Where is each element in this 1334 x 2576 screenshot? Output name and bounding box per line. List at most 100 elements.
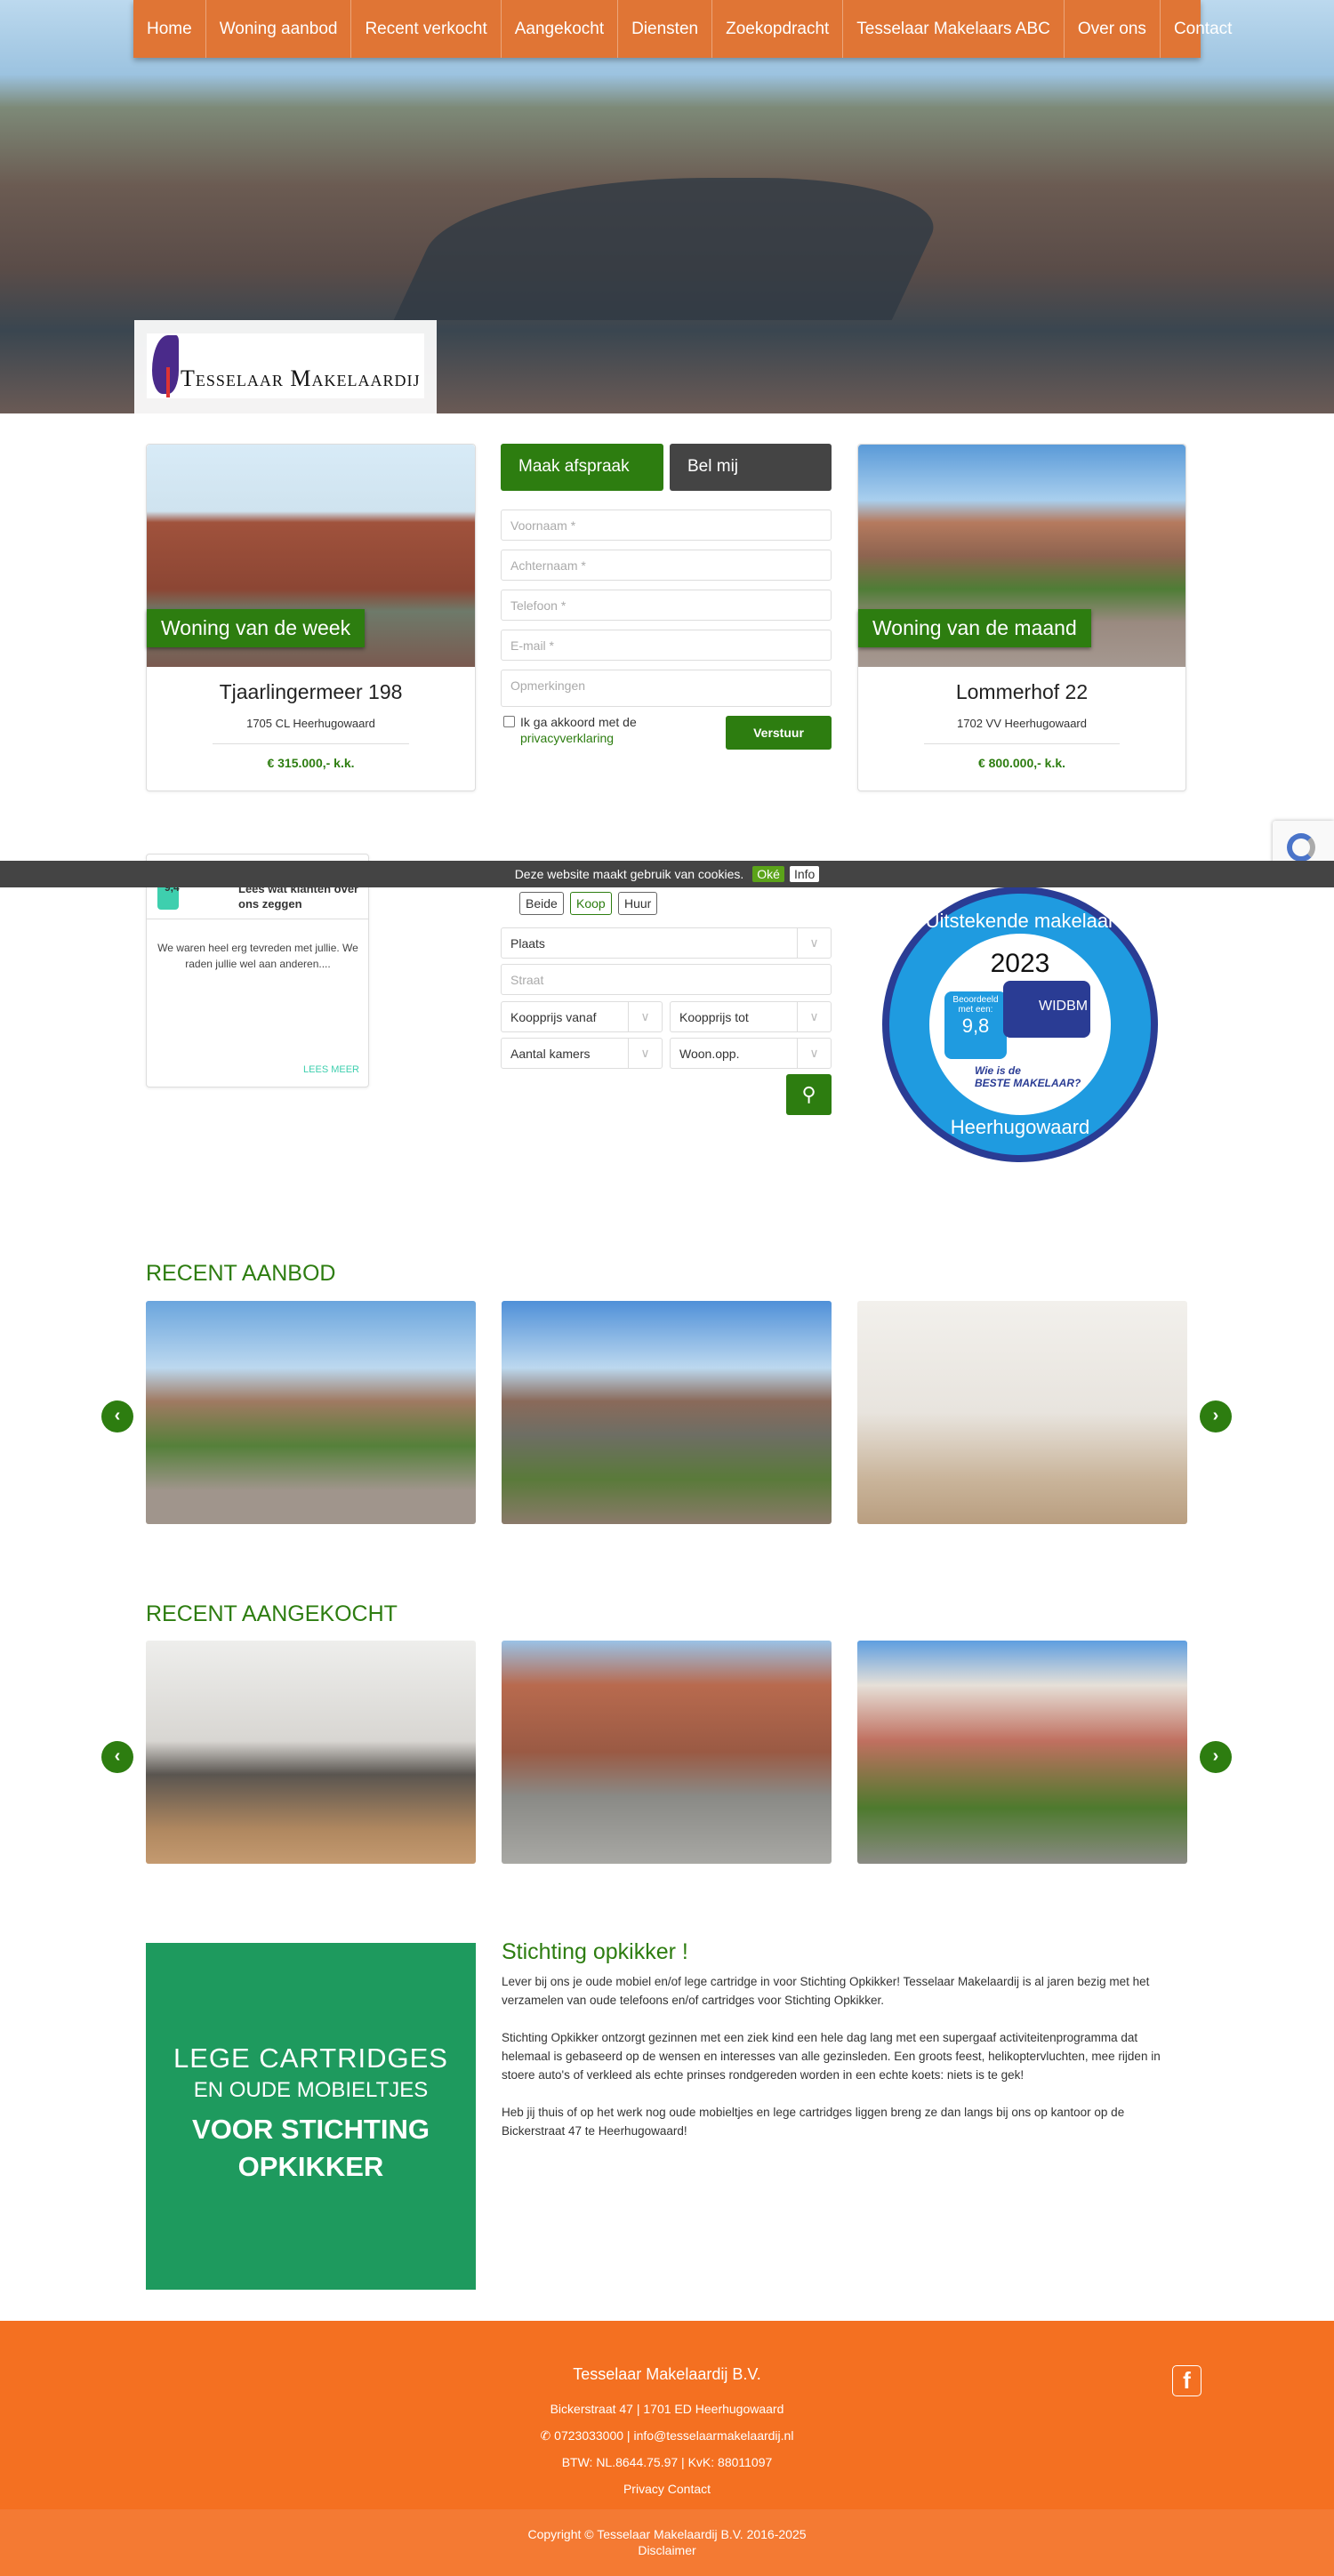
nav-woning-aanbod[interactable]: Woning aanbod bbox=[206, 0, 352, 58]
next-arrow-icon[interactable]: › bbox=[1200, 1741, 1232, 1773]
heron-icon bbox=[152, 335, 179, 394]
nav-zoekopdracht[interactable]: Zoekopdracht bbox=[712, 0, 844, 58]
label: Koopprijs tot bbox=[679, 1010, 749, 1024]
nav-recent-verkocht[interactable]: Recent verkocht bbox=[351, 0, 502, 58]
chevron-down-icon: ∨ bbox=[628, 1039, 662, 1068]
listing-photo[interactable] bbox=[146, 1641, 476, 1864]
opmerkingen-field[interactable]: Opmerkingen bbox=[501, 670, 832, 707]
footer-btw: BTW: NL.8644.75.97 | KvK: 88011097 bbox=[561, 2455, 773, 2469]
kamers-select[interactable]: Aantal kamers ∨ bbox=[501, 1038, 663, 1069]
lees-meer-link[interactable]: LEES MEER bbox=[303, 1064, 359, 1075]
facebook-icon[interactable]: f bbox=[1172, 2365, 1201, 2396]
email-field[interactable]: E-mail * bbox=[501, 630, 832, 661]
poster-line: EN OUDE MOBIELTJES bbox=[193, 2078, 429, 2102]
footer-contact-link[interactable]: Contact bbox=[668, 2482, 711, 2496]
opkikker-p1: Lever bij ons je oude mobiel en/of lege … bbox=[502, 1975, 1150, 2007]
nav-diensten[interactable]: Diensten bbox=[618, 0, 713, 58]
toggle-koop[interactable]: Koop bbox=[570, 892, 612, 915]
award-q1: Wie is de bbox=[975, 1064, 1021, 1077]
privacy-checkbox[interactable] bbox=[503, 716, 515, 727]
listing-photo[interactable] bbox=[502, 1301, 832, 1524]
woonopp-select[interactable]: Woon.opp. ∨ bbox=[670, 1038, 832, 1069]
nav-aangekocht[interactable]: Aangekocht bbox=[502, 0, 619, 58]
property-address: 1702 VV Heerhugowaard bbox=[957, 717, 1087, 730]
privacy-link[interactable]: privacyverklaring bbox=[520, 730, 637, 746]
listing-photo[interactable] bbox=[146, 1301, 476, 1524]
search-icon: ⚲ bbox=[801, 1083, 816, 1105]
koopprijs-tot-select[interactable]: Koopprijs tot ∨ bbox=[670, 1001, 832, 1032]
logo-text: Tesselaar Makelaardij bbox=[181, 365, 421, 391]
poster-line: OPKIKKER bbox=[237, 2151, 384, 2182]
listing-photo[interactable] bbox=[857, 1301, 1187, 1524]
opkikker-p2: Stichting Opkikker ontzorgt gezinnen met… bbox=[502, 2031, 1161, 2082]
label: Woon.opp. bbox=[679, 1047, 740, 1061]
cookie-ok-button[interactable]: Oké bbox=[752, 866, 784, 882]
footer-street: Bickerstraat 47 bbox=[550, 2402, 633, 2416]
straat-input[interactable]: Straat bbox=[501, 964, 832, 995]
tab-maak-afspraak[interactable]: Maak afspraak bbox=[501, 444, 663, 491]
footer-city: 1701 ED Heerhugowaard bbox=[643, 2402, 784, 2416]
prev-arrow-icon[interactable]: ‹ bbox=[101, 1741, 133, 1773]
opkikker-poster: LEGE CARTRIDGES EN OUDE MOBIELTJES VOOR … bbox=[146, 1943, 476, 2290]
achternaam-field[interactable]: Achternaam * bbox=[501, 550, 832, 581]
poster-line: VOOR STICHTING bbox=[192, 2114, 430, 2145]
agree-label: Ik ga akkoord met de bbox=[520, 715, 637, 729]
recent-aanbod-heading: RECENT AANBOD bbox=[146, 1261, 336, 1286]
award-rated: Beoordeeld met een: bbox=[952, 995, 999, 1015]
cookie-text: Deze website maakt gebruik van cookies. bbox=[514, 867, 744, 881]
cookie-bar: Deze website maakt gebruik van cookies. O… bbox=[0, 861, 1334, 887]
label: Koopprijs vanaf bbox=[510, 1010, 597, 1024]
toggle-huur[interactable]: Huur bbox=[618, 892, 658, 915]
opkikker-title: Stichting opkikker ! bbox=[502, 1939, 688, 1964]
nav-contact[interactable]: Contact bbox=[1161, 0, 1245, 58]
next-arrow-icon[interactable]: › bbox=[1200, 1400, 1232, 1432]
chevron-down-icon: ∨ bbox=[628, 1002, 662, 1031]
woning-van-de-maand[interactable]: Woning van de maand Lommerhof 22 1702 VV… bbox=[857, 444, 1186, 791]
plaats-select[interactable]: Plaats ∨ bbox=[501, 927, 832, 959]
property-address: 1705 CL Heerhugowaard bbox=[246, 717, 375, 730]
footer-bottom: Copyright © Tesselaar Makelaardij B.V. 2… bbox=[0, 2509, 1334, 2576]
review-text: We waren heel erg tevreden met jullie. W… bbox=[157, 942, 358, 970]
koopprijs-vanaf-select[interactable]: Koopprijs vanaf ∨ bbox=[501, 1001, 663, 1032]
voornaam-field[interactable]: Voornaam * bbox=[501, 510, 832, 541]
award-top: Uitstekende makelaar bbox=[925, 910, 1115, 932]
recent-aangekocht-heading: RECENT AANGEKOCHT bbox=[146, 1601, 398, 1626]
chevron-down-icon: ∨ bbox=[797, 1039, 831, 1068]
award-year: 2023 bbox=[990, 949, 1050, 978]
review-card[interactable]: 9,4 Lees wat klanten over ons zeggen We … bbox=[146, 854, 369, 1087]
nav-home[interactable]: Home bbox=[133, 0, 206, 58]
phone-icon: ✆ bbox=[540, 2428, 551, 2443]
toggle-beide[interactable]: Beide bbox=[519, 892, 564, 915]
telefoon-field[interactable]: Telefoon * bbox=[501, 590, 832, 621]
prev-arrow-icon[interactable]: ‹ bbox=[101, 1400, 133, 1432]
month-badge: Woning van de maand bbox=[858, 609, 1091, 647]
nav-over-ons[interactable]: Over ons bbox=[1065, 0, 1161, 58]
cookie-info-button[interactable]: Info bbox=[789, 866, 820, 882]
plaats-label: Plaats bbox=[510, 936, 545, 951]
nav-abc[interactable]: Tesselaar Makelaars ABC bbox=[843, 0, 1065, 58]
footer-phone[interactable]: 0723033000 bbox=[554, 2428, 623, 2443]
tab-bel-mij[interactable]: Bel mij bbox=[670, 444, 832, 491]
award-bottom: Heerhugowaard bbox=[950, 1116, 1090, 1138]
chevron-down-icon: ∨ bbox=[797, 1002, 831, 1031]
listing-photo[interactable] bbox=[857, 1641, 1187, 1864]
woning-van-de-week[interactable]: Woning van de week Tjaarlingermeer 198 1… bbox=[146, 444, 476, 791]
week-badge: Woning van de week bbox=[147, 609, 366, 647]
footer-privacy-link[interactable]: Privacy bbox=[623, 2482, 664, 2496]
disclaimer-link[interactable]: Disclaimer bbox=[0, 2543, 1334, 2557]
footer-email[interactable]: info@tesselaarmakelaardij.nl bbox=[633, 2428, 793, 2443]
footer: Tesselaar Makelaardij B.V. Bickerstraat … bbox=[0, 2321, 1334, 2509]
footer-company: Tesselaar Makelaardij B.V. bbox=[573, 2365, 761, 2383]
copyright: Copyright © Tesselaar Makelaardij B.V. 2… bbox=[527, 2527, 807, 2541]
verstuur-button[interactable]: Verstuur bbox=[726, 716, 832, 750]
main-nav: Home Woning aanbod Recent verkocht Aange… bbox=[133, 0, 1232, 58]
listing-photo[interactable] bbox=[502, 1641, 832, 1864]
search-button[interactable]: ⚲ bbox=[786, 1074, 832, 1115]
property-title: Lommerhof 22 bbox=[955, 680, 1089, 703]
label: Aantal kamers bbox=[510, 1047, 591, 1061]
award-score: 9,8 bbox=[961, 1015, 990, 1037]
recaptcha-icon bbox=[1287, 833, 1315, 862]
poster-line: LEGE CARTRIDGES bbox=[173, 2042, 448, 2074]
award-q2: BESTE MAKELAAR? bbox=[975, 1077, 1081, 1089]
logo[interactable]: Tesselaar Makelaardij bbox=[134, 320, 437, 413]
